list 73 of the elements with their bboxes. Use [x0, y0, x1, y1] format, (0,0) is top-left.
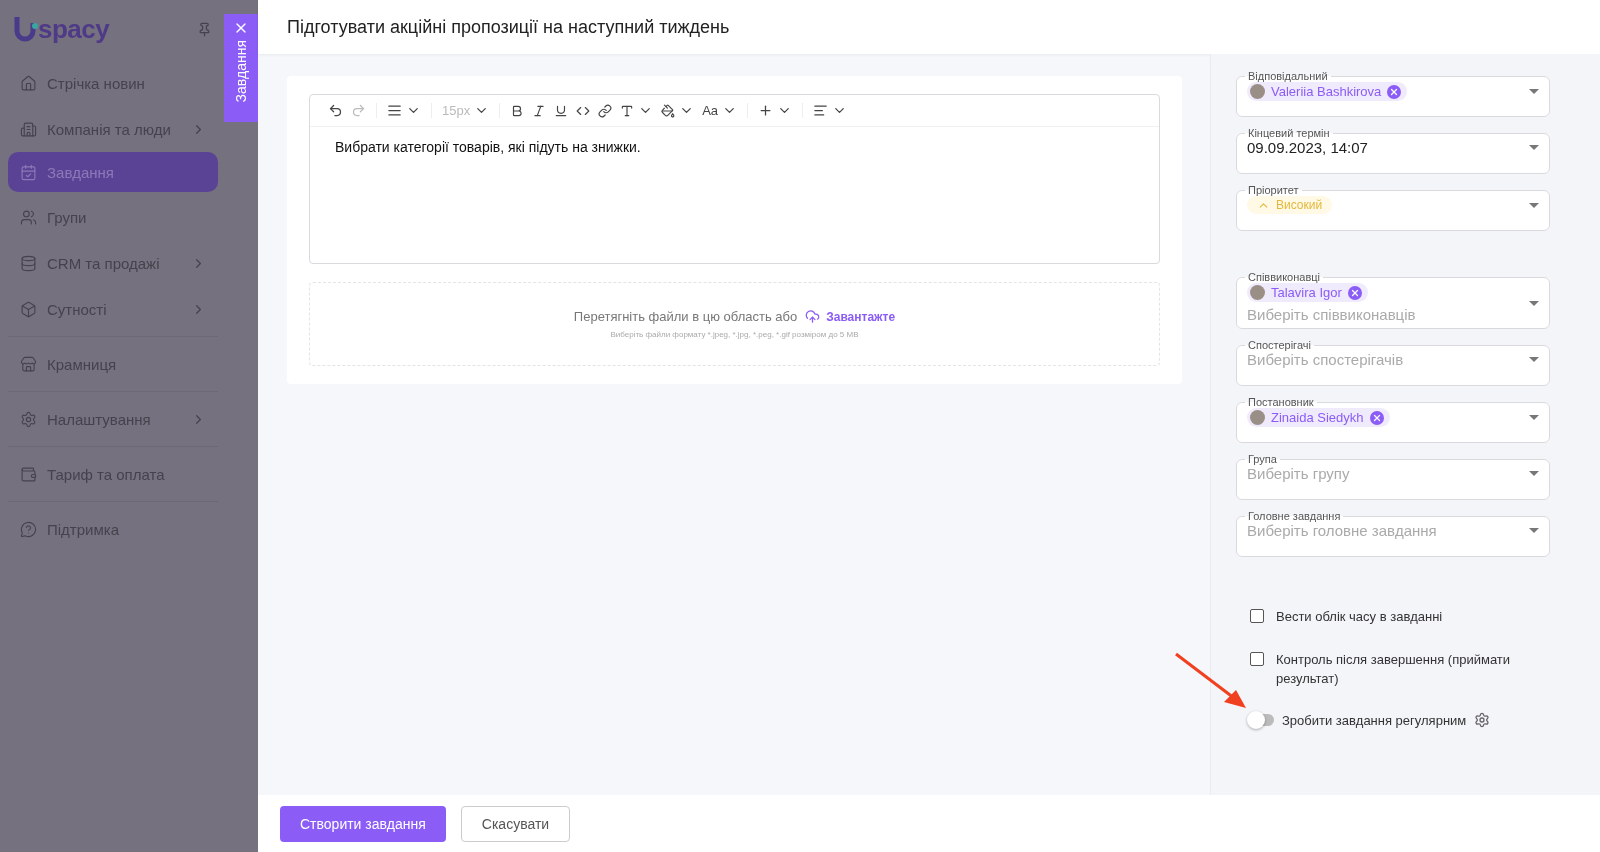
person-chip: Valeriia Bashkirova	[1247, 82, 1408, 101]
field-placeholder: Виберіть співвиконавців	[1247, 306, 1416, 323]
nav-icon	[20, 254, 37, 272]
logo-text: spacy	[38, 13, 110, 45]
align-left-icon	[813, 103, 829, 118]
select-field[interactable]: Пріоритет Високий	[1236, 184, 1550, 231]
caret-icon	[1529, 202, 1539, 208]
checkbox-option[interactable]: Вести облік часу в завданні	[1250, 607, 1550, 626]
avatar	[1250, 84, 1265, 99]
paint-bucket-icon	[661, 103, 676, 118]
person-chip: Talavira Igor	[1247, 283, 1368, 302]
select-field[interactable]: Відповідальний Valeriia Bashkirova	[1236, 70, 1550, 117]
upload-formats: Виберіть файли формату *.jpeg, *.jpg, *.peg, *.gif розміром до 5 MB	[610, 330, 859, 339]
select-field[interactable]: Кінцевий термін 09.09.2023, 14:07	[1236, 127, 1550, 174]
select-field[interactable]: Співвиконавці Talavira Igor Виберіть співвиконавців	[1236, 271, 1550, 329]
caret-icon	[1529, 145, 1539, 150]
checkbox-option[interactable]: Контроль після завершення (приймати результат)	[1250, 650, 1550, 688]
text-case-dropdown[interactable]: Aa	[702, 103, 738, 118]
toggle-switch[interactable]	[1250, 714, 1274, 726]
nav-icon	[20, 163, 37, 181]
underline-icon[interactable]	[554, 103, 569, 118]
priority-badge: Високий	[1247, 196, 1333, 214]
remove-icon[interactable]	[1387, 84, 1402, 99]
caret-icon	[1529, 471, 1539, 476]
italic-icon[interactable]	[532, 103, 547, 118]
paragraph-dropdown[interactable]	[387, 103, 421, 118]
upload-hint: Перетягніть файли в цю область або	[573, 309, 798, 324]
text-editor[interactable]: 15px Aa Вибрати категорії товарів, які підуть на знижки.	[309, 94, 1160, 264]
select-field[interactable]: Група Виберіть групу	[1236, 453, 1550, 500]
undo-icon[interactable]	[328, 103, 343, 118]
nav-icon	[20, 410, 37, 428]
checkbox[interactable]	[1250, 652, 1264, 666]
checkbox[interactable]	[1250, 609, 1264, 623]
side-tab[interactable]: Завдання	[224, 14, 258, 122]
bold-icon[interactable]	[510, 103, 525, 118]
settings-icon[interactable]	[1474, 712, 1491, 728]
avatar	[1250, 285, 1265, 300]
editor-text: Вибрати категорії товарів, які підуть на знижки.	[334, 138, 642, 157]
select-field[interactable]: Головне завдання Виберіть головне завдання	[1236, 510, 1550, 557]
nav-icon	[20, 74, 37, 92]
caret-icon	[1529, 357, 1539, 362]
nav-icon	[20, 520, 37, 538]
upload-area[interactable]: Перетягніть файли в цю область або Завантажте Виберіть файли формату *.jpeg, *.jpg, *.peg, *.gif розміром до 5 MB	[309, 282, 1160, 366]
field-value: 09.09.2023, 14:07	[1247, 139, 1368, 156]
nav-icon	[20, 300, 37, 318]
nav-icon	[20, 120, 37, 138]
upload-icon	[805, 309, 821, 324]
task-title: Підготувати акційні пропозиції на наступний тиждень	[287, 16, 730, 38]
caret-icon	[1529, 89, 1539, 94]
caret-icon	[1529, 415, 1539, 420]
field-placeholder: Виберіть головне завдання	[1247, 522, 1437, 539]
nav-icon	[20, 208, 37, 226]
remove-icon[interactable]	[1369, 410, 1384, 425]
toggle-label: Зробити завдання регулярним	[1282, 712, 1467, 728]
cancel-button[interactable]: Скасувати	[460, 805, 571, 842]
create-button[interactable]: Створити завдання	[280, 805, 446, 842]
paragraph-icon	[387, 103, 402, 118]
upload-link[interactable]: Завантажте	[805, 309, 896, 324]
avatar	[1250, 410, 1265, 425]
select-field[interactable]: Постановник Zinaida Siedykh	[1236, 396, 1550, 443]
field-placeholder: Виберіть спостерігачів	[1247, 351, 1404, 368]
caret-icon	[1529, 300, 1539, 306]
plus-icon	[758, 103, 774, 118]
text-color-icon	[620, 103, 635, 118]
remove-icon[interactable]	[1347, 285, 1362, 300]
nav-icon	[20, 355, 37, 373]
field-placeholder: Виберіть групу	[1247, 465, 1350, 482]
link-icon[interactable]	[598, 103, 613, 118]
logo-mark-icon	[14, 14, 38, 44]
nav-icon	[20, 465, 37, 483]
person-chip: Zinaida Siedykh	[1247, 408, 1390, 427]
caret-icon	[1529, 528, 1539, 533]
select-field[interactable]: Спостерігачі Виберіть спостерігачів	[1236, 339, 1550, 386]
